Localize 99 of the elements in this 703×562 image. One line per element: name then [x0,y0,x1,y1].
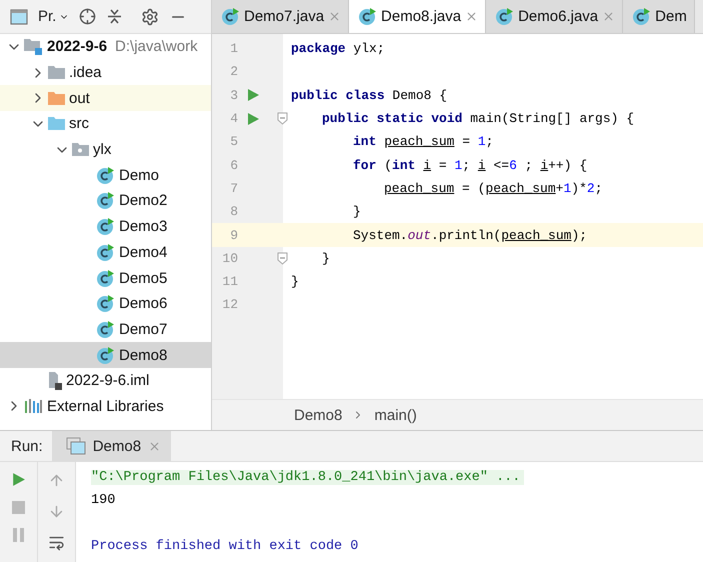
tree-label: 2022-9-6.iml [66,372,150,390]
arrow-down-icon[interactable] [48,503,65,520]
line-number: 7 [229,180,238,196]
class-icon [96,166,115,185]
tree-item[interactable]: 2022-9-6 D:\java\work [0,34,211,60]
editor-tab[interactable]: Demo6.java [486,0,624,33]
run-icon[interactable] [246,88,260,102]
code-line: public class Demo8 { [291,88,448,103]
wrap-icon[interactable] [48,534,65,551]
code-line: for (int i = 1; i <=6 ; i++) { [353,158,588,173]
folder-icon [48,92,65,105]
run-icon[interactable] [11,472,26,487]
tree-item[interactable]: 2022-9-6.iml [0,368,211,394]
editor-tab[interactable]: Demo8.java [349,0,486,33]
tree-item[interactable]: Demo5 [0,265,211,291]
line-number: 2 [229,64,238,80]
crosshair-icon[interactable] [79,8,96,25]
tree-label: src [69,115,89,132]
tree-label: .idea [69,64,102,82]
line-number: 1 [229,41,238,56]
fold-icon[interactable] [277,252,288,265]
class-icon [96,191,115,210]
tree-item[interactable]: Demo6 [0,290,211,317]
package-icon [72,143,89,156]
tree-item[interactable]: src [0,111,211,137]
folder-icon [48,117,65,130]
editor-tab[interactable]: Demo7.java [212,0,350,33]
class-icon [96,294,115,314]
tree-item[interactable]: ylx [0,136,211,162]
line-number: 11 [221,274,238,290]
folder-icon [48,66,65,80]
code-line: } [353,204,361,220]
collapse-icon[interactable] [106,8,124,25]
tree-item[interactable]: Demo8 [0,342,211,368]
class-icon [96,320,115,339]
breadcrumb-item[interactable]: main() [374,406,417,424]
tree-item[interactable]: External Libraries [0,394,211,420]
tree-item[interactable]: Demo [0,162,211,188]
breadcrumb-item[interactable]: Demo8 [294,406,342,424]
tree-item[interactable]: Demo4 [0,240,211,266]
tree-label: out [69,90,90,107]
panel-icon [10,8,28,24]
class-icon [96,242,115,262]
code-line: } [322,250,330,266]
line-number: 6 [229,158,238,173]
class-icon [495,7,514,26]
line-number: 3 [229,88,238,103]
class-icon [221,7,240,26]
code-line: public static void main(String[] args) { [322,111,634,126]
project-view-dropdown[interactable]: Pr. [38,8,70,25]
close-icon[interactable] [602,10,616,23]
tree-label: ylx [93,141,112,158]
tree-label: Demo6 [119,295,168,312]
line-number: 5 [229,134,238,150]
code-line: System.out.println(peach_sum); [353,228,588,243]
run-icon[interactable] [246,112,260,126]
class-icon [632,7,652,26]
close-icon[interactable] [465,10,478,23]
tree-label: External Libraries [47,398,164,415]
module-icon [24,38,43,56]
line-number: 9 [229,228,238,243]
run-tab[interactable]: Demo8 [52,431,172,461]
line-number: 12 [221,297,238,312]
tree-item[interactable]: .idea [0,60,211,86]
console-icon [66,437,86,455]
close-icon[interactable] [148,440,162,452]
library-icon [24,398,43,414]
code-line: package ylx; [291,41,385,56]
tree-label: Demo8 [119,346,168,364]
code-line: int peach_sum = 1; [353,134,494,150]
tree-item[interactable]: Demo2 [0,188,211,214]
console-line: Process finished with exit code 0 [91,539,358,554]
tree-label: Demo4 [119,244,168,261]
file-icon [48,372,62,390]
code-line: peach_sum = (peach_sum+1)*2; [384,180,603,196]
line-number: 8 [229,204,238,220]
tree-label: Demo3 [119,218,168,236]
line-number: 4 [229,111,238,126]
line-number: 10 [221,250,238,266]
console-line: 190 [91,493,116,508]
tree-label: Demo2 [119,192,168,210]
class-icon [96,268,115,288]
tree-label: Demo5 [119,270,168,287]
tree-label: Demo [119,166,160,184]
module-path: D:\java\work [115,38,198,56]
tree-label: Demo7 [119,320,168,338]
settings-icon[interactable] [141,8,160,26]
class-icon [96,217,115,236]
tree-item[interactable]: out [0,85,211,112]
class-icon [96,346,115,365]
code-line: } [291,274,299,290]
tree-item[interactable]: Demo3 [0,214,211,240]
tree-item[interactable]: Demo7 [0,316,211,342]
run-label: Run: [10,438,44,454]
close-icon[interactable] [328,10,342,23]
class-icon [358,7,378,26]
editor-tab[interactable]: Dem [623,0,695,33]
fold-icon[interactable] [277,112,288,126]
tree-label: 2022-9-6 [47,38,108,56]
